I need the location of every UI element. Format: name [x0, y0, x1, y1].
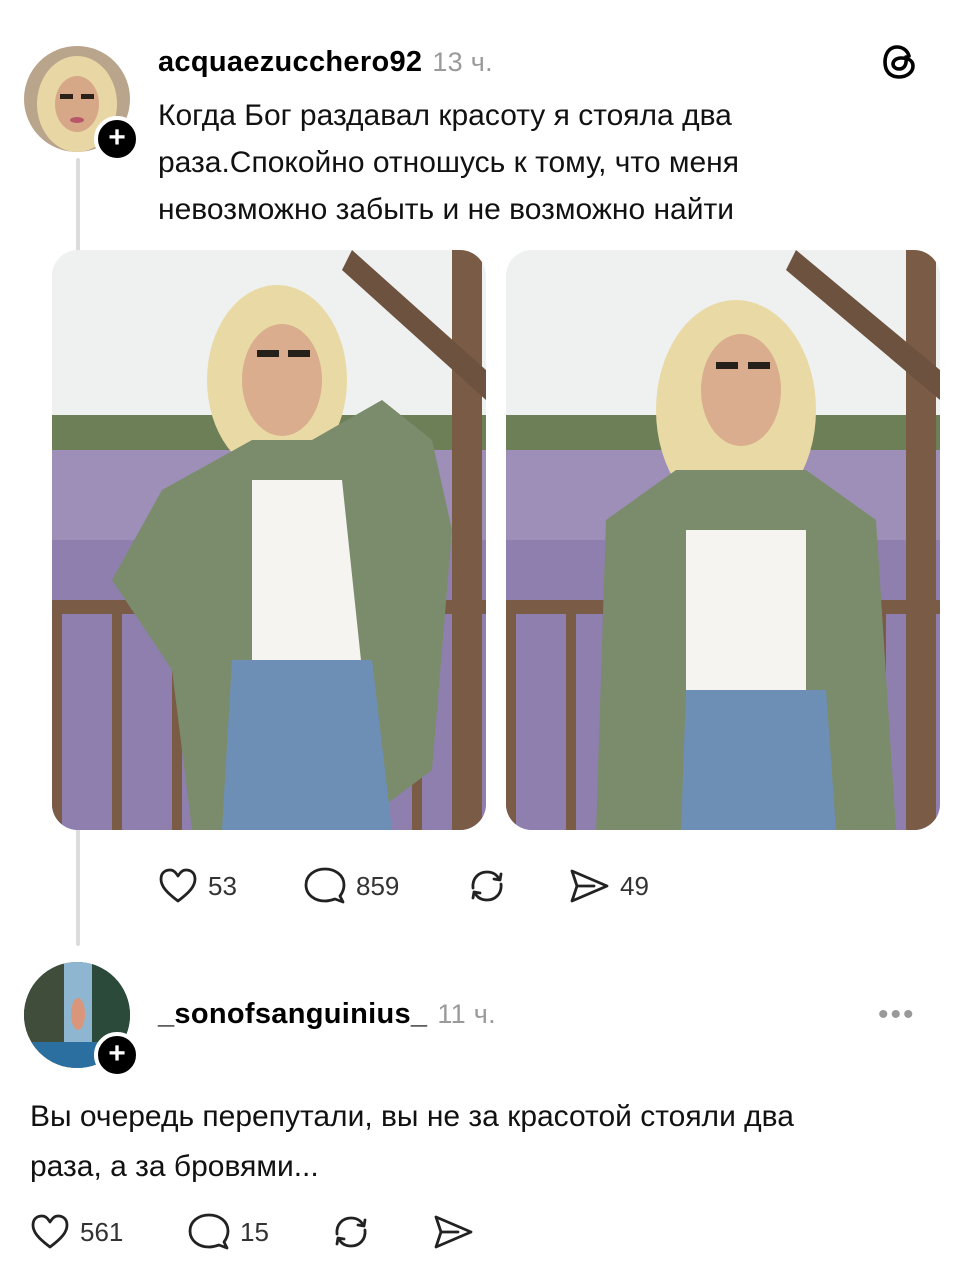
like-count: 53 [208, 870, 237, 901]
reply-text-line: раза, а за бровями... [30, 1150, 319, 1183]
post-author-username[interactable]: acquaezucchero92 13 ч. [158, 46, 493, 79]
post-username-text[interactable]: acquaezucchero92 [158, 46, 422, 78]
comment-button[interactable]: 859 [304, 866, 399, 906]
comment-button[interactable]: 15 [188, 1212, 269, 1252]
repost-icon [466, 866, 508, 906]
threads-logo-icon[interactable] [880, 42, 920, 82]
post-body-text: Когда Бог раздавал красоту я стояла два … [158, 92, 878, 233]
reply-body-text: Вы очередь перепутали, вы не за красотой… [30, 1092, 940, 1192]
comment-count: 15 [240, 1216, 269, 1247]
like-button[interactable]: 561 [30, 1212, 123, 1252]
more-dots-icon[interactable]: ••• [878, 998, 916, 1032]
post-photo-1[interactable] [52, 250, 486, 830]
heart-icon [158, 866, 198, 906]
comment-bubble-icon [304, 866, 346, 906]
repost-icon [330, 1212, 372, 1252]
share-button[interactable] [432, 1212, 474, 1252]
like-count: 561 [80, 1216, 124, 1247]
reply-timestamp: 11 ч. [437, 999, 496, 1029]
share-count: 49 [620, 870, 649, 901]
repost-button[interactable] [330, 1212, 372, 1252]
comment-count: 859 [356, 870, 400, 901]
heart-icon [30, 1212, 70, 1252]
follow-plus-button[interactable]: + [94, 1032, 140, 1078]
post-timestamp: 13 ч. [432, 47, 493, 77]
repost-button[interactable] [466, 866, 508, 906]
reply-text-line: Вы очередь перепутали, вы не за красотой… [30, 1100, 794, 1133]
share-button[interactable]: 49 [568, 866, 649, 906]
send-icon [568, 866, 610, 906]
reply-username-text[interactable]: _sonofsanguinius_ [158, 998, 427, 1030]
reply-author-username[interactable]: _sonofsanguinius_ 11 ч. [158, 998, 496, 1031]
post-text-line: Когда Бог раздавал красоту я стояла два [158, 99, 732, 132]
comment-bubble-icon [188, 1212, 230, 1252]
post-text-line: невозможно забыть и не возможно найти [158, 193, 734, 226]
like-button[interactable]: 53 [158, 866, 237, 906]
send-icon [432, 1212, 474, 1252]
post-photo-2[interactable] [506, 250, 940, 830]
follow-plus-button[interactable]: + [94, 116, 140, 162]
post-text-line: раза.Спокойно отношусь к тому, что меня [158, 146, 739, 179]
